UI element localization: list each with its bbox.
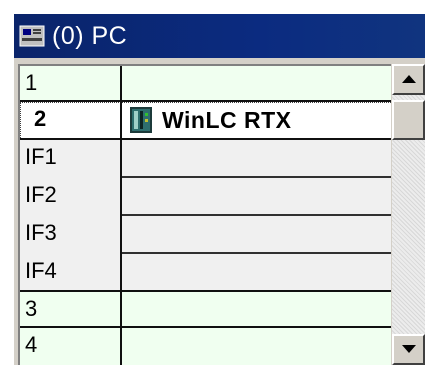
slot-label: IF4 bbox=[25, 258, 57, 283]
slot-label: 3 bbox=[25, 296, 38, 321]
rack-row-1[interactable]: 1 bbox=[20, 66, 391, 102]
slot-label: IF1 bbox=[25, 144, 57, 169]
rack-row-if2[interactable]: IF2 bbox=[20, 178, 391, 216]
slot-label: 4 bbox=[25, 332, 38, 357]
rack-row-if1[interactable]: IF1 bbox=[20, 140, 391, 178]
module-name: WinLC RTX bbox=[162, 106, 292, 133]
rack-row-if4[interactable]: IF4 bbox=[20, 254, 391, 292]
controller-module-icon bbox=[130, 107, 152, 133]
rack-row-if3[interactable]: IF3 bbox=[20, 216, 391, 254]
scroll-thumb[interactable] bbox=[392, 100, 425, 140]
rack-row-4[interactable]: 4 bbox=[20, 328, 391, 365]
module-cell[interactable]: WinLC RTX bbox=[130, 106, 292, 134]
rack-row-3[interactable]: 3 bbox=[20, 292, 391, 328]
slot-label: 1 bbox=[25, 70, 38, 95]
slot-label: 2 bbox=[34, 106, 47, 131]
scroll-down-arrow-icon bbox=[402, 345, 416, 353]
scroll-up-button[interactable] bbox=[392, 64, 425, 95]
window-title: (0) PC bbox=[52, 22, 128, 50]
slot-label: IF2 bbox=[25, 182, 57, 207]
scroll-down-button[interactable] bbox=[392, 334, 425, 365]
station-window: (0) PC 1 2 WinLC RTX IF1 IF2 IF3 IF4 3 4 bbox=[14, 14, 425, 365]
pc-station-icon bbox=[19, 25, 45, 47]
rack-table: 1 2 WinLC RTX IF1 IF2 IF3 IF4 3 4 bbox=[18, 64, 391, 365]
rack-row-2[interactable]: 2 WinLC RTX bbox=[20, 102, 391, 140]
vertical-scrollbar[interactable] bbox=[392, 64, 425, 365]
window-titlebar[interactable]: (0) PC bbox=[14, 14, 425, 58]
scroll-up-arrow-icon bbox=[402, 75, 416, 83]
slot-label: IF3 bbox=[25, 220, 57, 245]
